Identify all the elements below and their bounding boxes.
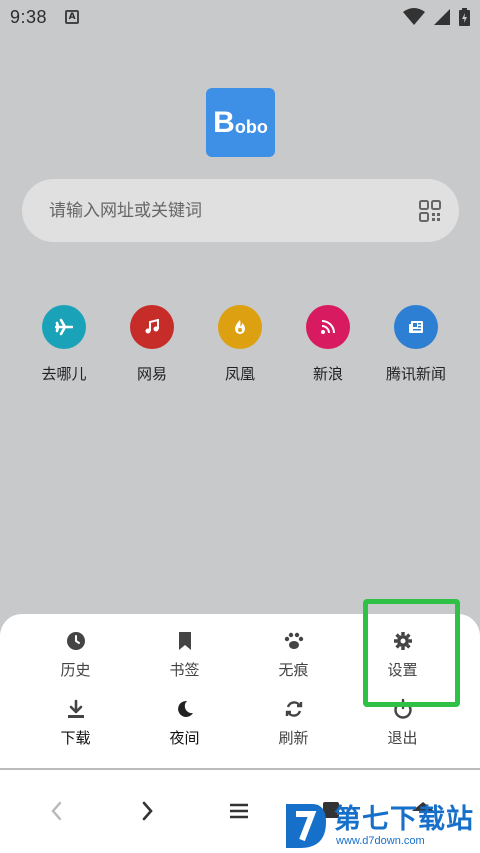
shortcut-label: 凤凰: [224, 365, 255, 383]
shortcut-label: 去哪儿: [41, 365, 87, 383]
shortcut-sina[interactable]: 新浪: [284, 305, 372, 384]
menu-incognito-button[interactable]: 无痕: [239, 630, 348, 686]
watermark: 第七下载站 www.d7down.com: [282, 798, 480, 853]
shortcut-netease[interactable]: 网易: [108, 305, 196, 384]
menu-label: 夜间: [169, 729, 200, 747]
moon-icon: [177, 700, 193, 717]
flame-icon: [218, 305, 262, 349]
bookmark-icon: [178, 632, 191, 650]
shortcut-qunar[interactable]: 去哪儿: [20, 305, 108, 384]
menu-night-mode-button[interactable]: 夜间: [130, 698, 239, 754]
battery-charging-icon: [459, 8, 470, 26]
search-input[interactable]: [49, 200, 419, 221]
shortcut-ifeng[interactable]: 凤凰: [196, 305, 284, 384]
menu-label: 退出: [387, 729, 418, 747]
qr-scan-icon[interactable]: [419, 199, 441, 222]
shortcut-label: 腾讯新闻: [385, 365, 446, 383]
menu-label: 刷新: [278, 729, 309, 747]
menu-downloads-button[interactable]: 下载: [21, 698, 130, 754]
wifi-icon: [403, 8, 425, 25]
app-notification-icon: A: [65, 10, 80, 24]
refresh-icon: [285, 701, 302, 717]
shortcut-label: 新浪: [312, 365, 343, 383]
d7-logo-icon: [286, 803, 326, 848]
menu-label: 书签: [169, 661, 200, 679]
status-time: 9:38: [10, 6, 48, 27]
menu-label: 无痕: [278, 661, 309, 679]
search-bar[interactable]: [22, 179, 459, 242]
shortcut-tencent-news[interactable]: 腾讯新闻: [372, 305, 460, 384]
rss-icon: [306, 305, 350, 349]
download-icon: [67, 699, 84, 718]
bobo-logo: B obo: [206, 88, 275, 157]
paw-icon: [284, 632, 303, 649]
signal-icon: [434, 9, 450, 25]
logo-text-small: obo: [234, 117, 268, 137]
watermark-title: 第七下载站: [334, 803, 474, 835]
watermark-url: www.d7down.com: [336, 834, 425, 847]
logo-text-big: B: [213, 105, 235, 139]
back-icon[interactable]: [44, 798, 70, 824]
menu-history-button[interactable]: 历史: [21, 630, 130, 686]
newspaper-icon: [394, 305, 438, 349]
watermark-text: 第七下载站 www.d7down.com: [334, 803, 474, 847]
menu-icon[interactable]: [226, 798, 252, 824]
plane-icon: [42, 305, 86, 349]
menu-label: 下载: [60, 729, 91, 747]
menu-bookmarks-button[interactable]: 书签: [130, 630, 239, 686]
shortcut-grid: 去哪儿 网易 凤凰 新浪 腾讯新闻: [20, 305, 460, 384]
shortcut-label: 网易: [136, 365, 167, 383]
music-note-icon: [130, 305, 174, 349]
menu-label: 历史: [60, 661, 91, 679]
settings-highlight-box: [363, 599, 460, 707]
menu-refresh-button[interactable]: 刷新: [239, 698, 348, 754]
forward-icon[interactable]: [134, 798, 160, 824]
clock-icon: [66, 632, 85, 650]
status-bar: 9:38 A: [0, 0, 480, 34]
